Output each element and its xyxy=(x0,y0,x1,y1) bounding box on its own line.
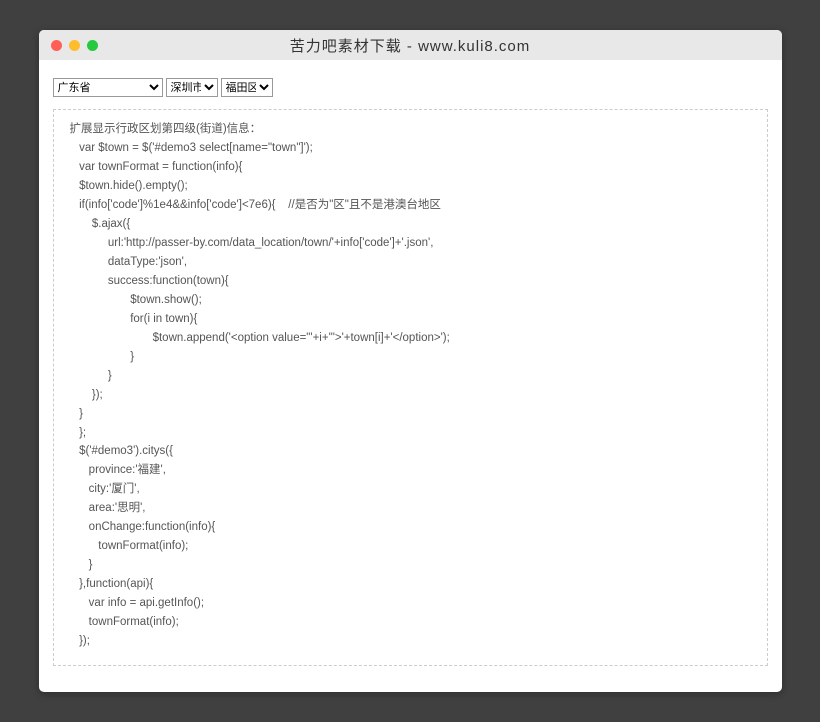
titlebar: 苦力吧素材下载 - www.kuli8.com xyxy=(39,30,782,60)
region-selects: 广东省 深圳市 福田区 xyxy=(53,78,768,97)
code-box: 扩展显示行政区划第四级(街道)信息： var $town = $('#demo3… xyxy=(53,109,768,666)
app-window: 苦力吧素材下载 - www.kuli8.com 广东省 深圳市 福田区 扩展显示… xyxy=(39,30,782,692)
city-select[interactable]: 深圳市 xyxy=(166,78,218,97)
window-controls xyxy=(51,40,98,51)
window-title: 苦力吧素材下载 - www.kuli8.com xyxy=(39,35,782,56)
maximize-icon[interactable] xyxy=(87,40,98,51)
minimize-icon[interactable] xyxy=(69,40,80,51)
district-select[interactable]: 福田区 xyxy=(221,78,273,97)
close-icon[interactable] xyxy=(51,40,62,51)
content-area: 广东省 深圳市 福田区 扩展显示行政区划第四级(街道)信息： var $town… xyxy=(39,60,782,692)
province-select[interactable]: 广东省 xyxy=(53,78,163,97)
code-snippet: 扩展显示行政区划第四级(街道)信息： var $town = $('#demo3… xyxy=(70,120,751,651)
